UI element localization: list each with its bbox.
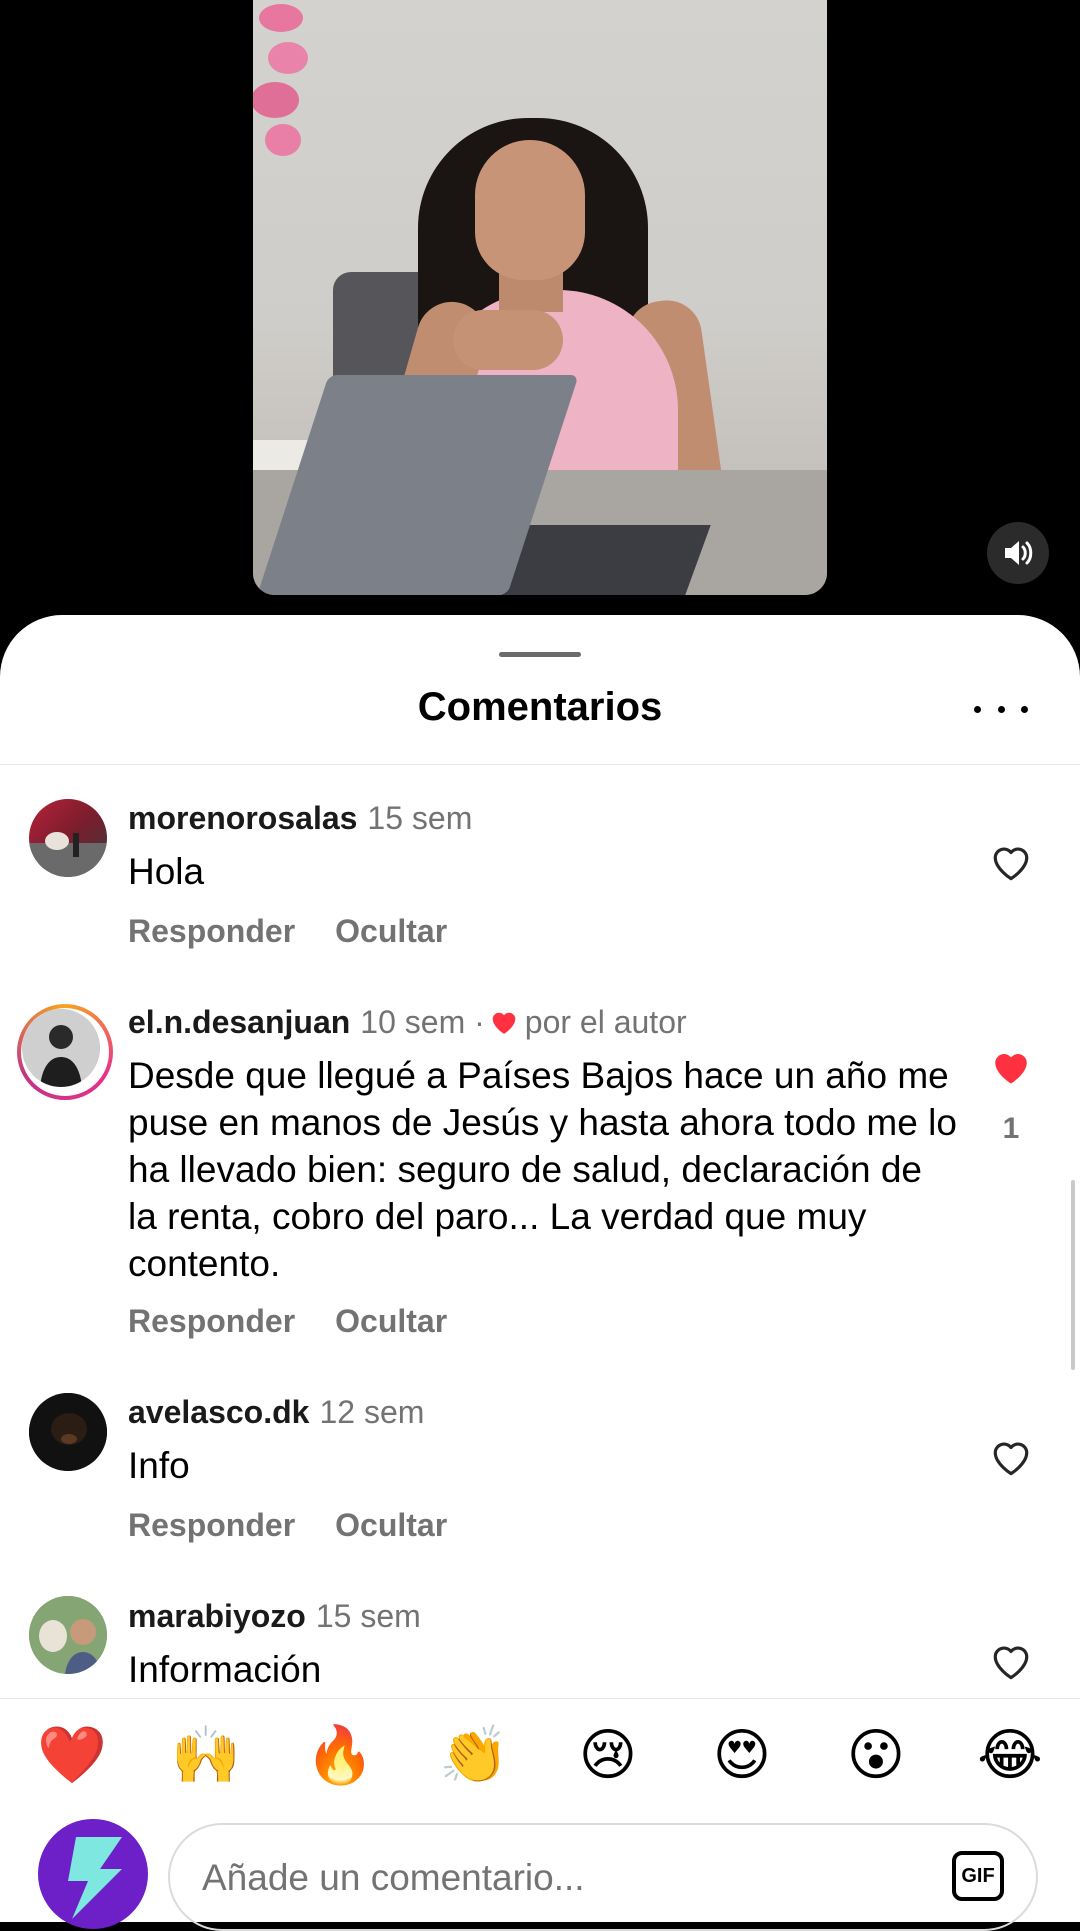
avatar[interactable]	[29, 1596, 107, 1674]
comment-username[interactable]: marabiyozo	[128, 1598, 306, 1634]
comment-text: Hola	[128, 851, 205, 892]
avatar-photo	[29, 832, 107, 877]
comment-actions: Responder Ocultar	[128, 1303, 447, 1340]
reply-button[interactable]: Responder	[128, 1507, 295, 1543]
comment-time: 15 sem	[367, 800, 473, 836]
more-options-button[interactable]	[974, 694, 1028, 724]
comment-header: avelasco.dk 12 sem	[128, 1394, 424, 1431]
author-like-indicator: · por el autor	[465, 1004, 687, 1040]
emoji-surprised-button[interactable]: 😮	[840, 1719, 912, 1791]
hide-button[interactable]: Ocultar	[335, 1303, 447, 1339]
avatar[interactable]	[29, 799, 107, 877]
sheet-grabber[interactable]	[499, 652, 581, 657]
avatar-photo	[29, 1393, 107, 1471]
comment-time: 15 sem	[315, 1598, 421, 1634]
person-hands	[453, 310, 563, 370]
avatar-photo	[29, 1596, 107, 1674]
heart-outline-icon[interactable]	[990, 1437, 1032, 1477]
emoji-heart-eyes-button[interactable]: 😍	[706, 1719, 778, 1791]
divider	[0, 764, 1080, 765]
sheet-title: Comentarios	[417, 685, 663, 729]
story-ring[interactable]	[17, 1004, 113, 1100]
emoji-crying-button[interactable]: 😢	[572, 1719, 644, 1791]
comment-header: el.n.desanjuan 10 sem · por el autor	[128, 1004, 687, 1041]
avatar-photo	[22, 1009, 100, 1087]
comment-text: Info	[128, 1445, 190, 1486]
comment-actions: Responder Ocultar	[128, 913, 447, 950]
gif-button[interactable]: GIF	[952, 1851, 1004, 1901]
dot-icon	[1021, 705, 1028, 713]
heart-filled-icon[interactable]	[990, 1047, 1032, 1087]
comment-text: Desde que llegué a Países Bajos hace un …	[128, 1055, 957, 1284]
heart-outline-icon[interactable]	[990, 842, 1032, 882]
emoji-raised-hands-button[interactable]: 🙌	[170, 1719, 242, 1791]
comment-text: Información	[128, 1649, 322, 1690]
comment-composer[interactable]: GIF	[168, 1823, 1038, 1931]
bolt-icon	[68, 1837, 122, 1919]
person-face	[475, 140, 585, 280]
comment-actions: Responder Ocultar	[128, 1507, 447, 1544]
speaker-icon	[1005, 541, 1033, 565]
heart-filled-icon	[492, 1012, 516, 1034]
emoji-laughing-button[interactable]: 😂	[974, 1719, 1046, 1791]
video-area	[0, 0, 1080, 615]
emoji-clap-button[interactable]: 👏	[438, 1719, 510, 1791]
video-player[interactable]	[253, 0, 827, 595]
author-like-label: por el autor	[524, 1004, 687, 1040]
avatar[interactable]	[29, 1393, 107, 1471]
comment-time: 12 sem	[319, 1394, 425, 1430]
dot-icon	[974, 705, 981, 713]
orchid-decoration	[253, 4, 308, 156]
heart-outline-icon[interactable]	[990, 1641, 1032, 1681]
composer-bar: ❤️ 🙌 🔥 👏 😢 😍 😮 😂 GIF	[0, 1698, 1080, 1931]
comment-header: morenorosalas 15 sem	[128, 800, 472, 837]
comment-input[interactable]	[200, 1853, 844, 1903]
hide-button[interactable]: Ocultar	[335, 913, 447, 949]
emoji-fire-button[interactable]: 🔥	[304, 1719, 376, 1791]
emoji-heart-button[interactable]: ❤️	[36, 1719, 108, 1791]
comment-time: 10 sem	[360, 1004, 466, 1040]
hide-button[interactable]: Ocultar	[335, 1507, 447, 1543]
comment-username[interactable]: el.n.desanjuan	[128, 1004, 350, 1040]
reply-button[interactable]: Responder	[128, 913, 295, 949]
avatar	[22, 1009, 100, 1087]
comment-username[interactable]: morenorosalas	[128, 800, 357, 836]
dot-icon	[997, 705, 1005, 713]
comment-username[interactable]: avelasco.dk	[128, 1394, 309, 1430]
emoji-reaction-row: ❤️ 🙌 🔥 👏 😢 😍 😮 😂	[0, 1719, 1080, 1791]
scrollbar[interactable]	[1071, 1180, 1075, 1370]
reply-button[interactable]: Responder	[128, 1303, 295, 1339]
current-user-avatar	[38, 1819, 148, 1929]
sound-toggle-button[interactable]	[987, 522, 1049, 584]
like-count: 1	[1002, 1112, 1020, 1145]
comment-header: marabiyozo 15 sem	[128, 1598, 421, 1635]
